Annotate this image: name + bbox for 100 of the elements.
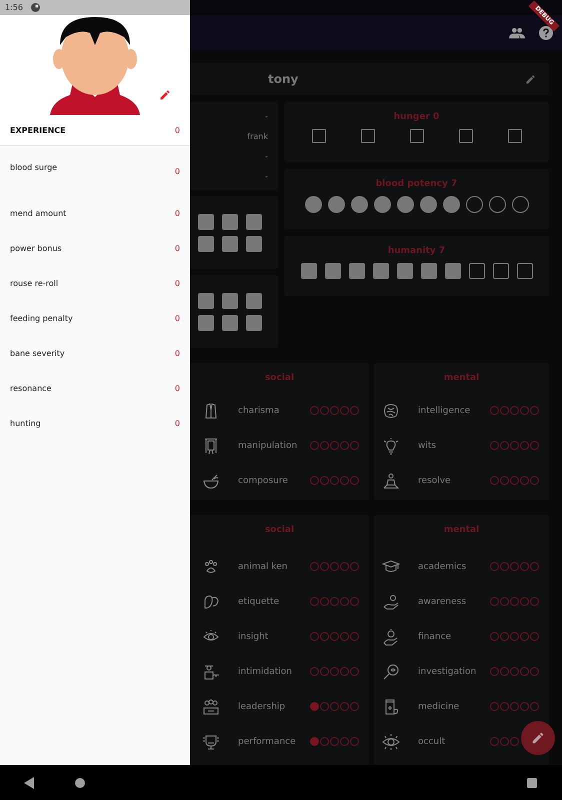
rating-dot[interactable] bbox=[330, 597, 339, 606]
rating-dot[interactable] bbox=[490, 737, 499, 746]
rating-dot[interactable] bbox=[330, 406, 339, 415]
rating-dot[interactable] bbox=[330, 667, 339, 676]
rating-dot[interactable] bbox=[530, 476, 539, 485]
rating-dot[interactable] bbox=[530, 667, 539, 676]
potency-dot[interactable] bbox=[442, 196, 460, 213]
rating-dot[interactable] bbox=[500, 632, 509, 641]
rating-dot[interactable] bbox=[350, 476, 359, 485]
humanity-box[interactable] bbox=[516, 263, 532, 279]
rating-dot[interactable] bbox=[500, 737, 509, 746]
edit-icon[interactable] bbox=[159, 89, 171, 101]
rating-dot[interactable] bbox=[350, 702, 359, 711]
tracker-box[interactable] bbox=[222, 314, 238, 330]
home-icon[interactable] bbox=[75, 778, 85, 788]
rating-dot[interactable] bbox=[490, 441, 499, 450]
rating-dot[interactable] bbox=[520, 476, 529, 485]
rating-dot[interactable] bbox=[320, 406, 329, 415]
rating-dot[interactable] bbox=[340, 702, 349, 711]
rating-dot[interactable] bbox=[320, 476, 329, 485]
tracker-box[interactable] bbox=[222, 292, 238, 308]
rating-dot[interactable] bbox=[510, 476, 519, 485]
rating-dot[interactable] bbox=[330, 562, 339, 571]
potency-dot[interactable] bbox=[350, 196, 368, 213]
rating-dot[interactable] bbox=[350, 597, 359, 606]
rating-dot[interactable] bbox=[330, 737, 339, 746]
rating-dot[interactable] bbox=[320, 702, 329, 711]
potency-dot[interactable] bbox=[420, 196, 436, 213]
rating-dot[interactable] bbox=[350, 441, 359, 450]
rating-dot[interactable] bbox=[320, 632, 329, 641]
humanity-box[interactable] bbox=[396, 263, 412, 279]
tracker-box[interactable] bbox=[246, 292, 262, 308]
potency-dot[interactable] bbox=[396, 196, 414, 213]
rating-dot[interactable] bbox=[340, 667, 349, 676]
recents-icon[interactable] bbox=[527, 778, 537, 788]
potency-dot[interactable] bbox=[466, 196, 482, 213]
rating-dot[interactable] bbox=[510, 441, 519, 450]
potency-dot[interactable] bbox=[512, 196, 528, 213]
rating-dot[interactable] bbox=[530, 632, 539, 641]
humanity-box[interactable] bbox=[324, 263, 340, 279]
rating-dot[interactable] bbox=[530, 597, 539, 606]
rating-dot[interactable] bbox=[530, 702, 539, 711]
people-icon[interactable] bbox=[509, 26, 525, 38]
rating-dot[interactable] bbox=[490, 562, 499, 571]
rating-dot[interactable] bbox=[520, 632, 529, 641]
rating-dot[interactable] bbox=[310, 406, 319, 415]
rating-dot[interactable] bbox=[490, 632, 499, 641]
rating-dot[interactable] bbox=[490, 406, 499, 415]
hunger-box[interactable] bbox=[458, 129, 472, 143]
rating-dot[interactable] bbox=[490, 597, 499, 606]
rating-dot[interactable] bbox=[520, 406, 529, 415]
potency-dot[interactable] bbox=[488, 196, 506, 213]
rating-dot[interactable] bbox=[340, 406, 349, 415]
rating-dot[interactable] bbox=[520, 667, 529, 676]
rating-dot[interactable] bbox=[510, 737, 519, 746]
tracker-box[interactable] bbox=[246, 314, 262, 330]
potency-dot[interactable] bbox=[304, 196, 322, 213]
rating-dot[interactable] bbox=[350, 667, 359, 676]
rating-dot[interactable] bbox=[500, 406, 509, 415]
humanity-box[interactable] bbox=[372, 263, 388, 279]
rating-dot[interactable] bbox=[510, 667, 519, 676]
rating-dot[interactable] bbox=[510, 632, 519, 641]
rating-dot[interactable] bbox=[320, 562, 329, 571]
tracker-box[interactable] bbox=[198, 314, 214, 330]
rating-dot[interactable] bbox=[500, 562, 509, 571]
back-icon[interactable] bbox=[24, 777, 34, 789]
tracker-box[interactable] bbox=[222, 236, 238, 252]
rating-dot[interactable] bbox=[310, 632, 319, 641]
rating-dot[interactable] bbox=[310, 476, 319, 485]
rating-dot[interactable] bbox=[490, 702, 499, 711]
rating-dot[interactable] bbox=[310, 597, 319, 606]
rating-dot[interactable] bbox=[310, 737, 319, 746]
rating-dot[interactable] bbox=[310, 441, 319, 450]
rating-dot[interactable] bbox=[340, 597, 349, 606]
rating-dot[interactable] bbox=[500, 597, 509, 606]
help-icon[interactable] bbox=[539, 26, 553, 40]
rating-dot[interactable] bbox=[510, 562, 519, 571]
rating-dot[interactable] bbox=[340, 562, 349, 571]
edit-icon[interactable] bbox=[525, 74, 536, 85]
tracker-box[interactable] bbox=[198, 236, 214, 252]
rating-dot[interactable] bbox=[520, 702, 529, 711]
rating-dot[interactable] bbox=[350, 737, 359, 746]
tracker-box[interactable] bbox=[198, 214, 214, 230]
humanity-box[interactable] bbox=[348, 263, 364, 279]
potency-dot[interactable] bbox=[328, 196, 344, 213]
rating-dot[interactable] bbox=[500, 441, 509, 450]
humanity-box[interactable] bbox=[468, 263, 484, 279]
rating-dot[interactable] bbox=[320, 597, 329, 606]
hunger-box[interactable] bbox=[360, 129, 374, 143]
rating-dot[interactable] bbox=[320, 737, 329, 746]
tracker-box[interactable] bbox=[246, 214, 262, 230]
rating-dot[interactable] bbox=[330, 702, 339, 711]
rating-dot[interactable] bbox=[500, 667, 509, 676]
rating-dot[interactable] bbox=[530, 441, 539, 450]
rating-dot[interactable] bbox=[340, 441, 349, 450]
rating-dot[interactable] bbox=[520, 562, 529, 571]
rating-dot[interactable] bbox=[340, 737, 349, 746]
rating-dot[interactable] bbox=[330, 632, 339, 641]
rating-dot[interactable] bbox=[310, 667, 319, 676]
humanity-box[interactable] bbox=[300, 263, 316, 279]
